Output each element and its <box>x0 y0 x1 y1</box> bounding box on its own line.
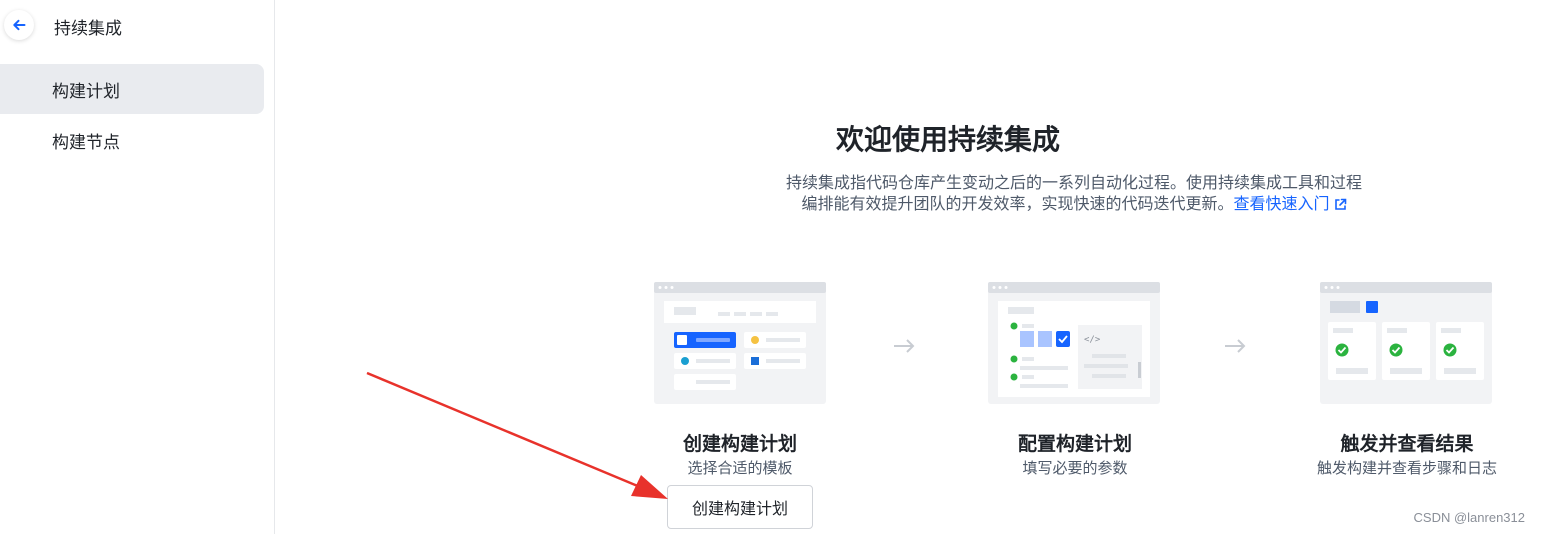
step-1-subtitle: 选择合适的模板 <box>687 459 793 477</box>
description-line-2-text: 编排能有效提升团队的开发效率，实现快速的代码迭代更新。 <box>801 194 1234 213</box>
back-button[interactable] <box>4 10 34 40</box>
description-line-2: 编排能有效提升团队的开发效率，实现快速的代码迭代更新。查看快速入门 <box>700 193 1448 214</box>
svg-text:</>: </> <box>1084 335 1101 345</box>
create-build-plan-button[interactable]: 创建构建计划 <box>667 485 813 529</box>
quick-start-link-label: 查看快速入门 <box>1233 194 1330 213</box>
step-1-title: 创建构建计划 <box>682 433 797 455</box>
sidebar-item-build-nodes[interactable]: 构建节点 <box>0 115 264 165</box>
sidebar-item-build-plans[interactable]: 构建计划 <box>0 64 264 114</box>
step-2-title: 配置构建计划 <box>1017 433 1132 455</box>
sidebar-title: 持续集成 <box>54 19 122 39</box>
template-selection-illustration <box>654 282 826 404</box>
arrow-left-icon <box>13 19 26 31</box>
step-2-subtitle: 填写必要的参数 <box>1022 459 1128 477</box>
page-title: 欢迎使用持续集成 <box>835 123 1060 156</box>
external-link-icon <box>1334 198 1346 210</box>
page-description: 持续集成指代码仓库产生变动之后的一系列自动化过程。使用持续集成工具和过程 编排能… <box>700 172 1448 214</box>
quick-start-link[interactable]: 查看快速入门 <box>1234 194 1347 213</box>
parameter-config-illustration: </> <box>988 282 1160 404</box>
arrow-right-icon <box>1225 339 1246 353</box>
sidebar-header: 持续集成 <box>0 0 274 50</box>
sidebar: 持续集成 构建计划 构建节点 <box>0 0 275 534</box>
step-3-subtitle: 触发构建并查看步骤和日志 <box>1316 459 1497 477</box>
watermark: CSDN @lanren312 <box>1413 510 1525 525</box>
description-line-1: 持续集成指代码仓库产生变动之后的一系列自动化过程。使用持续集成工具和过程 <box>785 173 1362 192</box>
build-results-illustration <box>1320 282 1492 404</box>
step-3-title: 触发并查看结果 <box>1340 433 1474 455</box>
arrow-right-icon <box>894 339 915 353</box>
